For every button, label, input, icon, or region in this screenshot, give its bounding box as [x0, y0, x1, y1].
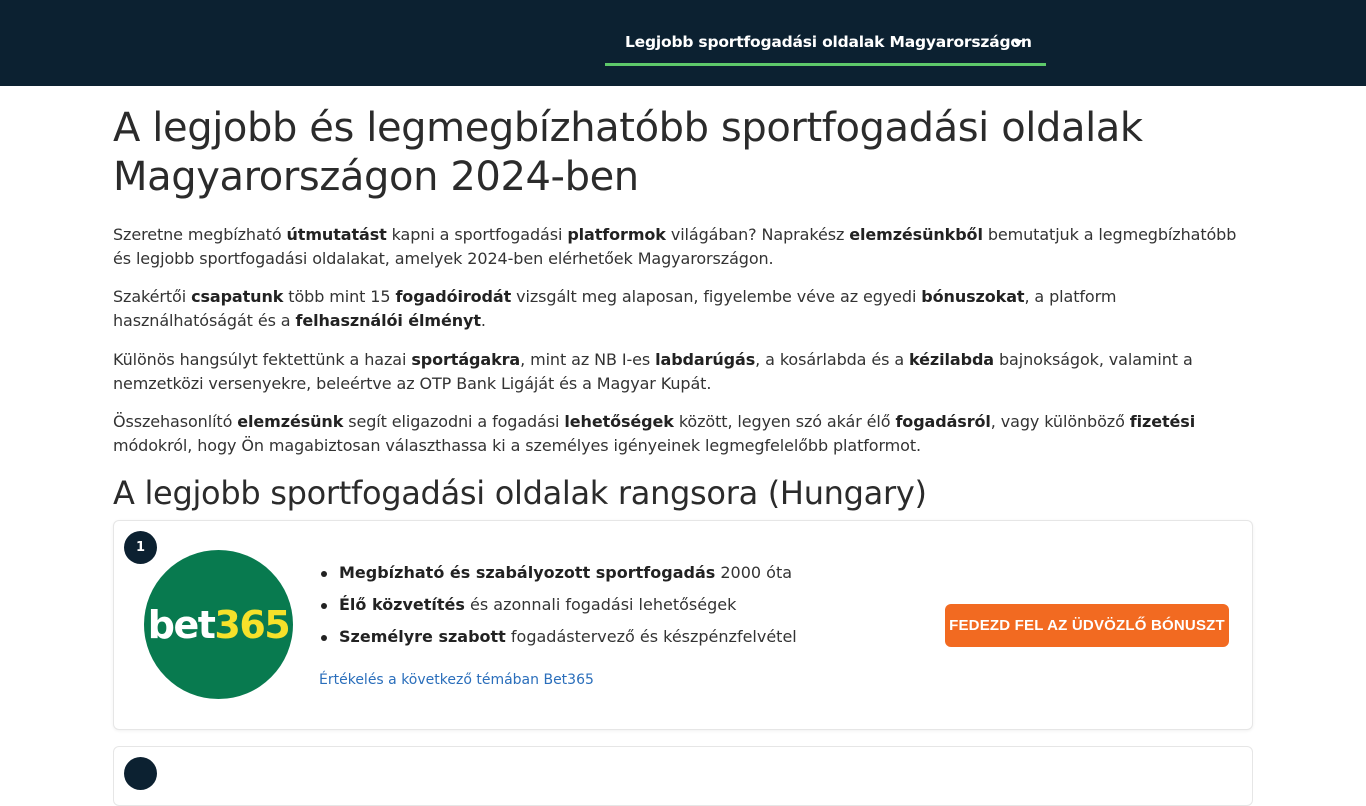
intro-paragraph-1: Szeretne megbízható útmutatást kapni a s…: [113, 225, 1237, 268]
intro-paragraph-3: Különös hangsúlyt fektettünk a hazai spo…: [113, 350, 1193, 393]
chevron-down-icon[interactable]: [1013, 40, 1023, 46]
list-item: Személyre szabott fogadástervező és kész…: [319, 621, 797, 653]
logo-text: bet365: [147, 602, 291, 647]
nav-dropdown[interactable]: Legjobb sportfogadási oldalak Magyarorsz…: [605, 20, 1046, 66]
main-content: A legjobb és legmegbízhatóbb sportfogadá…: [113, 104, 1253, 513]
welcome-bonus-button[interactable]: FEDEZD FEL AZ ÜDVÖZLŐ BÓNUSZT: [945, 604, 1229, 647]
list-item: Megbízható és szabályozott sportfogadás …: [319, 557, 797, 589]
feature-list: Megbízható és szabályozott sportfogadás …: [319, 557, 797, 653]
bookmaker-card: 1 bet365 Megbízható és szabályozott spor…: [113, 520, 1253, 730]
list-item: Élő közvetítés és azonnali fogadási lehe…: [319, 589, 797, 621]
intro-paragraph-4: Összehasonlító elemzésünk segít eligazod…: [113, 412, 1196, 455]
bet365-logo[interactable]: bet365: [144, 550, 293, 699]
intro-paragraph-2: Szakértői csapatunk több mint 15 fogadói…: [113, 287, 1117, 330]
bookmaker-card-2: [113, 746, 1253, 806]
rank-badge: [124, 757, 157, 790]
ranking-title: A legjobb sportfogadási oldalak rangsora…: [113, 474, 927, 512]
nav-dropdown-label[interactable]: Legjobb sportfogadási oldalak Magyarorsz…: [625, 33, 1032, 51]
top-header: Legjobb sportfogadási oldalak Magyarorsz…: [0, 0, 1366, 86]
page-title: A legjobb és legmegbízhatóbb sportfogadá…: [113, 105, 1143, 200]
rank-badge: 1: [124, 531, 157, 564]
review-link[interactable]: Értékelés a következő témában Bet365: [319, 672, 594, 688]
